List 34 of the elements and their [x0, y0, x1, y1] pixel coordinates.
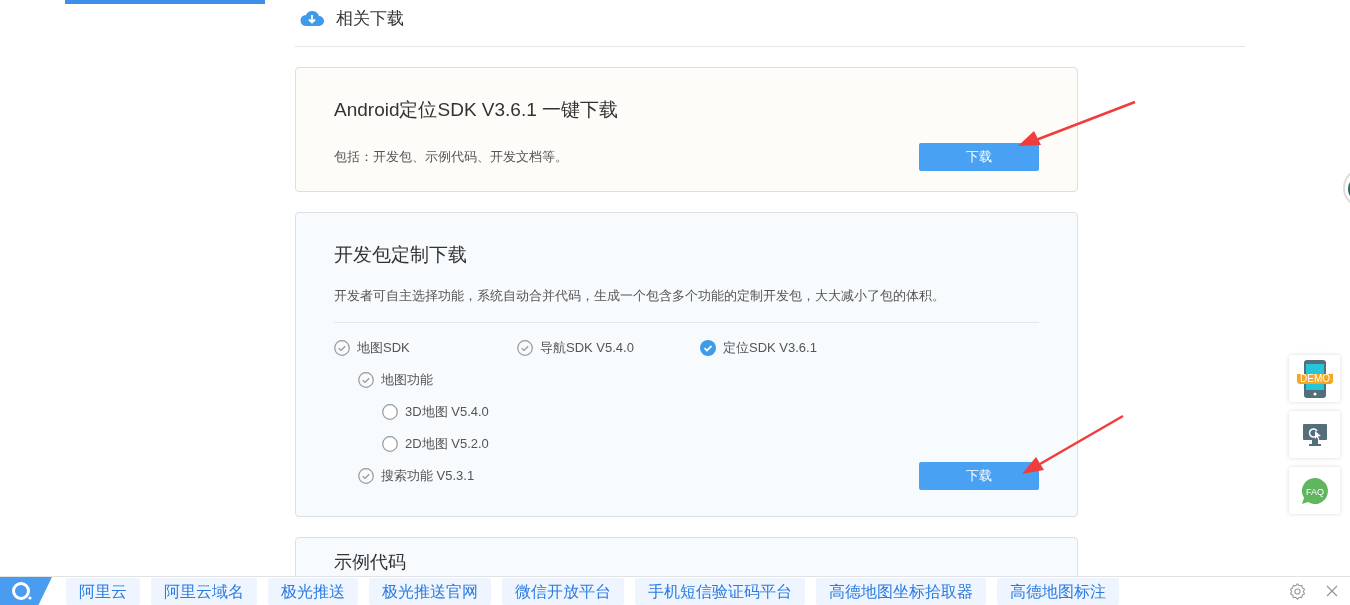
card-description: 包括：开发包、示例代码、开发文档等。: [334, 148, 568, 166]
checked-icon[interactable]: [700, 340, 716, 356]
bookmark-link[interactable]: 极光推送: [268, 577, 358, 605]
option-label: 定位SDK V3.6.1: [723, 339, 817, 357]
option-label: 地图SDK: [357, 339, 410, 357]
download-button[interactable]: 下载: [919, 143, 1039, 171]
option-label: 地图功能: [381, 371, 433, 389]
bookmark-link[interactable]: 高德地图坐标拾取器: [816, 577, 986, 605]
download-button[interactable]: 下载: [919, 462, 1039, 490]
settings-icon[interactable]: [1289, 582, 1306, 600]
cloud-download-icon: [300, 9, 324, 27]
section-title: 相关下载: [336, 7, 404, 30]
bookmark-link[interactable]: 微信开放平台: [502, 577, 624, 605]
card-description: 开发者可自主选择功能，系统自动合并代码，生成一个包含多个功能的定制开发包，大大减小了包的体积。: [334, 287, 1039, 323]
bookmark-link[interactable]: 阿里云域名: [151, 577, 257, 605]
card-title: 开发包定制下载: [334, 243, 467, 267]
side-tool-button[interactable]: FAQ: [1289, 467, 1340, 514]
logo-icon[interactable]: [0, 576, 52, 605]
bookmark-link[interactable]: 阿里云: [66, 577, 140, 605]
bookmark-link[interactable]: 高德地图标注: [997, 577, 1119, 605]
option-label: 导航SDK V5.4.0: [540, 339, 634, 357]
side-tool-button[interactable]: DEMO: [1289, 355, 1340, 402]
bookmark-link[interactable]: 极光推送官网: [369, 577, 491, 605]
bookmark-link[interactable]: 手机短信验证码平台: [635, 577, 805, 605]
close-icon[interactable]: [1326, 585, 1338, 597]
card-title: Android定位SDK V3.6.1 一键下载: [334, 98, 619, 122]
option-label: 3D地图 V5.4.0: [405, 403, 489, 421]
option-label: 2D地图 V5.2.0: [405, 435, 489, 453]
card-title: 示例代码: [334, 551, 406, 574]
faq-label: FAQ: [1305, 486, 1324, 497]
demo-label: DEMO: [1299, 372, 1330, 384]
option-label: 搜索功能 V5.3.1: [381, 467, 475, 485]
side-tool-button[interactable]: [1289, 411, 1340, 458]
monitor-cursor-icon: [1301, 422, 1328, 447]
